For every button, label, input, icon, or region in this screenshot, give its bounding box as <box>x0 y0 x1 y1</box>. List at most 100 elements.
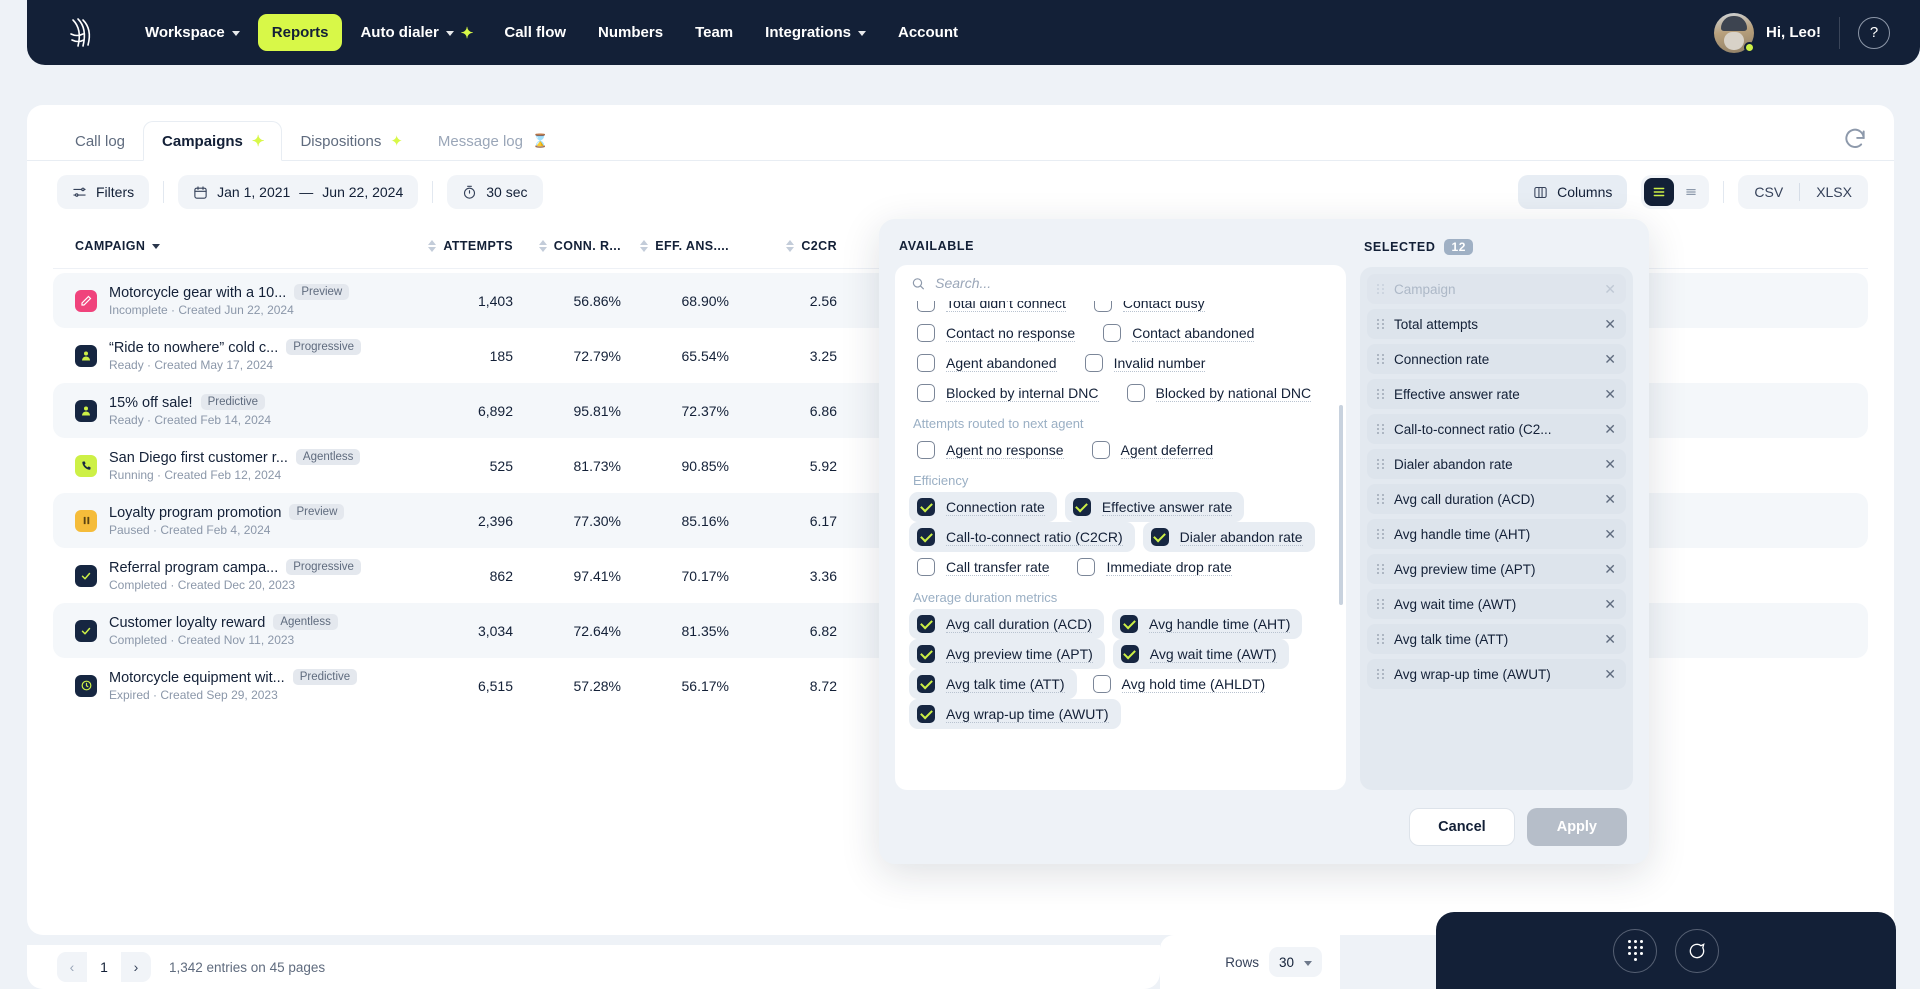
tab-campaigns[interactable]: Campaigns ✦ <box>143 121 283 161</box>
checkbox-item[interactable]: Immediate drop rate <box>1069 552 1243 582</box>
selected-column-item[interactable]: Connection rate ✕ <box>1367 344 1626 374</box>
close-icon[interactable]: ✕ <box>1604 632 1616 646</box>
prev-page-button[interactable]: ‹ <box>57 952 87 982</box>
dialpad-icon[interactable] <box>1613 928 1657 973</box>
date-range-button[interactable]: Jan 1, 2021 — Jun 22, 2024 <box>178 175 419 209</box>
rows-per-page-select[interactable]: 30 <box>1268 947 1322 977</box>
close-icon[interactable]: ✕ <box>1604 457 1616 471</box>
drag-handle-icon[interactable] <box>1377 319 1384 329</box>
drag-handle-icon[interactable] <box>1377 634 1384 644</box>
checkbox-item[interactable]: Avg wrap-up time (AWUT) <box>909 699 1121 729</box>
tab-dispositions[interactable]: Dispositions ✦ <box>282 121 419 161</box>
export-csv-button[interactable]: CSV <box>1738 184 1799 200</box>
nav-item-integrations[interactable]: Integrations <box>751 14 880 51</box>
chevron-down-icon <box>231 31 240 36</box>
close-icon[interactable]: ✕ <box>1604 492 1616 506</box>
next-page-button[interactable]: › <box>121 952 151 982</box>
filters-button[interactable]: Filters <box>57 175 150 209</box>
drag-handle-icon[interactable] <box>1377 529 1384 539</box>
sort-icon <box>786 239 795 252</box>
close-icon[interactable]: ✕ <box>1604 667 1616 681</box>
checkbox-item[interactable]: Agent deferred <box>1084 435 1226 465</box>
checkbox-item[interactable]: Blocked by national DNC <box>1119 378 1324 408</box>
current-page[interactable]: 1 <box>87 952 121 982</box>
checkbox-item[interactable]: Contact abandoned <box>1095 318 1266 348</box>
avatar[interactable] <box>1714 12 1755 53</box>
refresh-interval-button[interactable]: 30 sec <box>447 175 543 209</box>
checkbox-item[interactable]: Blocked by internal DNC <box>909 378 1111 408</box>
selected-column-item[interactable]: Avg wait time (AWT) ✕ <box>1367 589 1626 619</box>
selected-column-item[interactable]: Avg wrap-up time (AWUT) ✕ <box>1367 659 1626 689</box>
drag-handle-icon[interactable] <box>1377 564 1384 574</box>
scrollbar[interactable] <box>1339 405 1343 605</box>
checkbox-item[interactable]: Call-to-connect ratio (C2CR) <box>909 522 1135 552</box>
column-header-attempts[interactable]: ATTEMPTS <box>405 239 513 253</box>
date-start: Jan 1, 2021 <box>217 184 291 200</box>
nav-item-team[interactable]: Team <box>681 14 747 51</box>
selected-column-item[interactable]: Avg preview time (APT) ✕ <box>1367 554 1626 584</box>
help-icon[interactable]: ? <box>1858 16 1890 49</box>
drag-handle-icon[interactable] <box>1377 389 1384 399</box>
checkbox-item[interactable]: Agent no response <box>909 435 1076 465</box>
campaign-type-badge: Predictive <box>200 394 266 410</box>
tab-message-log[interactable]: Message log ⌛ <box>420 121 566 161</box>
selected-column-item[interactable]: Dialer abandon rate ✕ <box>1367 449 1626 479</box>
selected-column-item[interactable]: Avg call duration (ACD) ✕ <box>1367 484 1626 514</box>
view-toggle-compact[interactable] <box>1676 178 1706 206</box>
checkbox-item[interactable]: Contact no response <box>909 318 1087 348</box>
checkbox-item[interactable]: Total didn’t connect <box>909 301 1078 318</box>
checkbox-item[interactable]: Connection rate <box>909 492 1057 522</box>
drag-handle-icon[interactable] <box>1377 599 1384 609</box>
checkbox-item[interactable]: Dialer abandon rate <box>1142 522 1315 552</box>
checkbox-item[interactable]: Call transfer rate <box>909 552 1061 582</box>
selected-column-item[interactable]: Total attempts ✕ <box>1367 309 1626 339</box>
chat-bubble-icon[interactable] <box>1675 928 1719 973</box>
close-icon[interactable]: ✕ <box>1604 352 1616 366</box>
close-icon[interactable]: ✕ <box>1604 387 1616 401</box>
apply-button[interactable]: Apply <box>1526 808 1627 846</box>
drag-handle-icon[interactable] <box>1377 424 1384 434</box>
selected-column-item[interactable]: Call-to-connect ratio (C2... ✕ <box>1367 414 1626 444</box>
nav-item-workspace[interactable]: Workspace <box>131 14 254 51</box>
cell-c2cr: 6.86 <box>809 402 837 419</box>
nav-item-auto-dialer[interactable]: Auto dialer ✦ <box>346 14 486 52</box>
checkbox-item[interactable]: Avg call duration (ACD) <box>909 609 1105 639</box>
columns-button[interactable]: Columns <box>1518 175 1628 209</box>
selected-column-item[interactable]: Avg handle time (AHT) ✕ <box>1367 519 1626 549</box>
close-icon[interactable]: ✕ <box>1604 597 1616 611</box>
refresh-icon[interactable] <box>1842 126 1868 152</box>
cancel-button[interactable]: Cancel <box>1409 808 1515 846</box>
view-toggle-comfortable[interactable] <box>1644 178 1675 206</box>
checkbox-item[interactable]: Avg handle time (AHT) <box>1112 609 1303 639</box>
checkbox-item[interactable]: Invalid number <box>1077 348 1218 378</box>
column-header-conn-rate[interactable]: CONN. R... <box>513 239 621 253</box>
nav-item-account[interactable]: Account <box>884 14 972 51</box>
selected-column-item[interactable]: Effective answer rate ✕ <box>1367 379 1626 409</box>
close-icon[interactable]: ✕ <box>1604 317 1616 331</box>
checkbox-item[interactable]: Effective answer rate <box>1064 492 1245 522</box>
tab-call-log[interactable]: Call log <box>57 121 143 161</box>
export-xlsx-button[interactable]: XLSX <box>1800 184 1868 200</box>
column-header-eff-answer[interactable]: EFF. ANS.... <box>621 239 729 253</box>
search-input[interactable] <box>935 275 1330 291</box>
checkbox-item[interactable]: Avg wait time (AWT) <box>1112 639 1289 669</box>
nav-item-reports[interactable]: Reports <box>257 14 343 51</box>
nav-item-numbers[interactable]: Numbers <box>584 14 677 51</box>
checkbox-item[interactable]: Avg talk time (ATT) <box>909 669 1077 699</box>
checkbox-item[interactable]: Avg preview time (APT) <box>909 639 1105 669</box>
nav-item-call-flow[interactable]: Call flow <box>490 14 580 51</box>
drag-handle-icon[interactable] <box>1377 494 1384 504</box>
checkbox-item[interactable]: Contact busy <box>1086 301 1217 318</box>
drag-handle-icon[interactable] <box>1377 669 1384 679</box>
close-icon[interactable]: ✕ <box>1604 422 1616 436</box>
checkbox-item[interactable]: Agent abandoned <box>909 348 1069 378</box>
column-header-c2cr[interactable]: C2CR <box>729 239 837 253</box>
checkbox-item[interactable]: Avg hold time (AHLDT) <box>1085 669 1278 699</box>
selected-column-item[interactable]: Avg talk time (ATT) ✕ <box>1367 624 1626 654</box>
app-logo-icon[interactable] <box>63 14 101 52</box>
column-header-campaign[interactable]: CAMPAIGN <box>75 239 405 253</box>
drag-handle-icon[interactable] <box>1377 354 1384 364</box>
close-icon[interactable]: ✕ <box>1604 562 1616 576</box>
drag-handle-icon[interactable] <box>1377 459 1384 469</box>
close-icon[interactable]: ✕ <box>1604 527 1616 541</box>
